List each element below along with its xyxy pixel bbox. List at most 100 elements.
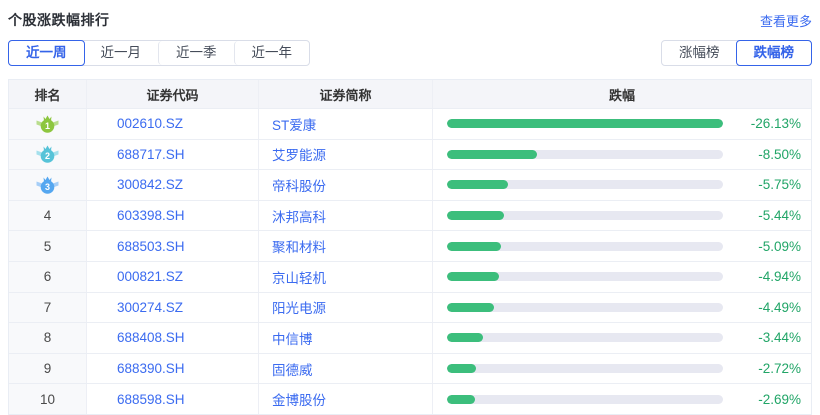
table-row[interactable]: 7 300274.SZ 阳光电源 -4.49% [9, 292, 811, 323]
stock-name-link[interactable]: 固德威 [259, 354, 433, 384]
stock-ranking-widget: 个股涨跌幅排行 查看更多 近一周近一月近一季近一年 涨幅榜跌幅榜 排名 证券代码… [0, 0, 820, 415]
table-row[interactable]: 4 603398.SH 沐邦高科 -5.44% [9, 200, 811, 231]
change-percent: -5.44% [735, 208, 801, 223]
rank-cell: 7 [9, 293, 87, 323]
svg-text:1: 1 [45, 121, 50, 131]
change-bar-track [447, 242, 723, 251]
change-cell: -8.50% [433, 140, 811, 170]
change-bar-fill [447, 364, 476, 373]
stock-code-link[interactable]: 688390.SH [87, 354, 259, 384]
rank-cell: 2 [9, 140, 87, 170]
rank-cell: 10 [9, 384, 87, 414]
change-bar-fill [447, 150, 537, 159]
table-row[interactable]: 8 688408.SH 中信博 -3.44% [9, 322, 811, 353]
table-row[interactable]: 10 688598.SH 金博股份 -2.69% [9, 383, 811, 414]
table-row[interactable]: 1 002610.SZ ST爱康 -26.13% [9, 108, 811, 139]
svg-text:2: 2 [45, 151, 50, 161]
change-cell: -4.94% [433, 262, 811, 292]
table-header-rank: 排名 [9, 80, 87, 108]
stock-code-link[interactable]: 300274.SZ [87, 293, 259, 323]
change-bar-track [447, 272, 723, 281]
rank-medal-icon: 2 [36, 144, 59, 164]
change-bar-track [447, 364, 723, 373]
change-percent: -2.69% [735, 392, 801, 407]
stock-code-link[interactable]: 688408.SH [87, 323, 259, 353]
change-cell: -4.49% [433, 293, 811, 323]
stock-name-link[interactable]: 金博股份 [259, 384, 433, 414]
ranking-table: 排名 证券代码 证券简称 跌幅 1 002610.SZ ST爱康 -26.13%… [8, 79, 812, 415]
table-header-change: 跌幅 [433, 80, 811, 108]
change-bar-fill [447, 272, 499, 281]
change-cell: -5.75% [433, 170, 811, 200]
period-tab-1[interactable]: 近一月 [84, 41, 159, 65]
stock-name-link[interactable]: 中信博 [259, 323, 433, 353]
stock-name-link[interactable]: 帝科股份 [259, 170, 433, 200]
change-percent: -5.09% [735, 239, 801, 254]
period-tab-0[interactable]: 近一周 [8, 40, 85, 66]
change-percent: -3.44% [735, 330, 801, 345]
table-header-row: 排名 证券代码 证券简称 跌幅 [9, 80, 811, 108]
change-bar-track [447, 119, 723, 128]
change-bar-fill [447, 211, 504, 220]
change-cell: -2.72% [433, 354, 811, 384]
rank-cell: 6 [9, 262, 87, 292]
stock-code-link[interactable]: 002610.SZ [87, 109, 259, 139]
table-row[interactable]: 6 000821.SZ 京山轻机 -4.94% [9, 261, 811, 292]
change-cell: -5.44% [433, 201, 811, 231]
board-toggle-1[interactable]: 跌幅榜 [736, 40, 813, 66]
change-cell: -26.13% [433, 109, 811, 139]
rank-cell: 8 [9, 323, 87, 353]
stock-name-link[interactable]: 聚和材料 [259, 231, 433, 261]
change-bar-track [447, 150, 723, 159]
change-percent: -4.94% [735, 269, 801, 284]
table-row[interactable]: 5 688503.SH 聚和材料 -5.09% [9, 230, 811, 261]
change-bar-fill [447, 333, 483, 342]
stock-name-link[interactable]: 艾罗能源 [259, 140, 433, 170]
stock-name-link[interactable]: 阳光电源 [259, 293, 433, 323]
rank-cell: 9 [9, 354, 87, 384]
board-toggle-0[interactable]: 涨幅榜 [662, 41, 737, 65]
change-cell: -5.09% [433, 231, 811, 261]
view-more-link[interactable]: 查看更多 [760, 11, 812, 30]
table-body: 1 002610.SZ ST爱康 -26.13% 2 688717.SH 艾罗能… [9, 108, 811, 414]
change-bar-fill [447, 303, 494, 312]
rank-medal-icon: 3 [36, 175, 59, 195]
change-bar-fill [447, 242, 501, 251]
rank-cell: 3 [9, 170, 87, 200]
period-tabs: 近一周近一月近一季近一年 [8, 40, 310, 66]
rank-cell: 5 [9, 231, 87, 261]
change-bar-track [447, 180, 723, 189]
stock-code-link[interactable]: 688598.SH [87, 384, 259, 414]
table-row[interactable]: 2 688717.SH 艾罗能源 -8.50% [9, 139, 811, 170]
change-bar-track [447, 303, 723, 312]
table-header-name: 证券简称 [259, 80, 433, 108]
change-bar-fill [447, 395, 475, 404]
stock-code-link[interactable]: 603398.SH [87, 201, 259, 231]
change-cell: -2.69% [433, 384, 811, 414]
stock-code-link[interactable]: 688717.SH [87, 140, 259, 170]
rank-medal-icon: 1 [36, 114, 59, 134]
change-bar-track [447, 395, 723, 404]
period-tab-3[interactable]: 近一年 [234, 41, 310, 65]
period-tab-2[interactable]: 近一季 [158, 41, 234, 65]
change-percent: -4.49% [735, 300, 801, 315]
svg-text:3: 3 [45, 182, 50, 192]
rank-cell: 4 [9, 201, 87, 231]
table-row[interactable]: 9 688390.SH 固德威 -2.72% [9, 353, 811, 384]
stock-code-link[interactable]: 300842.SZ [87, 170, 259, 200]
stock-name-link[interactable]: ST爱康 [259, 109, 433, 139]
board-toggle: 涨幅榜跌幅榜 [661, 40, 812, 66]
change-cell: -3.44% [433, 323, 811, 353]
change-bar-track [447, 211, 723, 220]
change-bar-track [447, 333, 723, 342]
stock-name-link[interactable]: 沐邦高科 [259, 201, 433, 231]
widget-header: 个股涨跌幅排行 查看更多 [8, 10, 812, 30]
stock-code-link[interactable]: 688503.SH [87, 231, 259, 261]
change-percent: -8.50% [735, 147, 801, 162]
change-percent: -26.13% [735, 116, 801, 131]
stock-name-link[interactable]: 京山轻机 [259, 262, 433, 292]
rank-cell: 1 [9, 109, 87, 139]
table-row[interactable]: 3 300842.SZ 帝科股份 -5.75% [9, 169, 811, 200]
stock-code-link[interactable]: 000821.SZ [87, 262, 259, 292]
change-bar-fill [447, 180, 508, 189]
